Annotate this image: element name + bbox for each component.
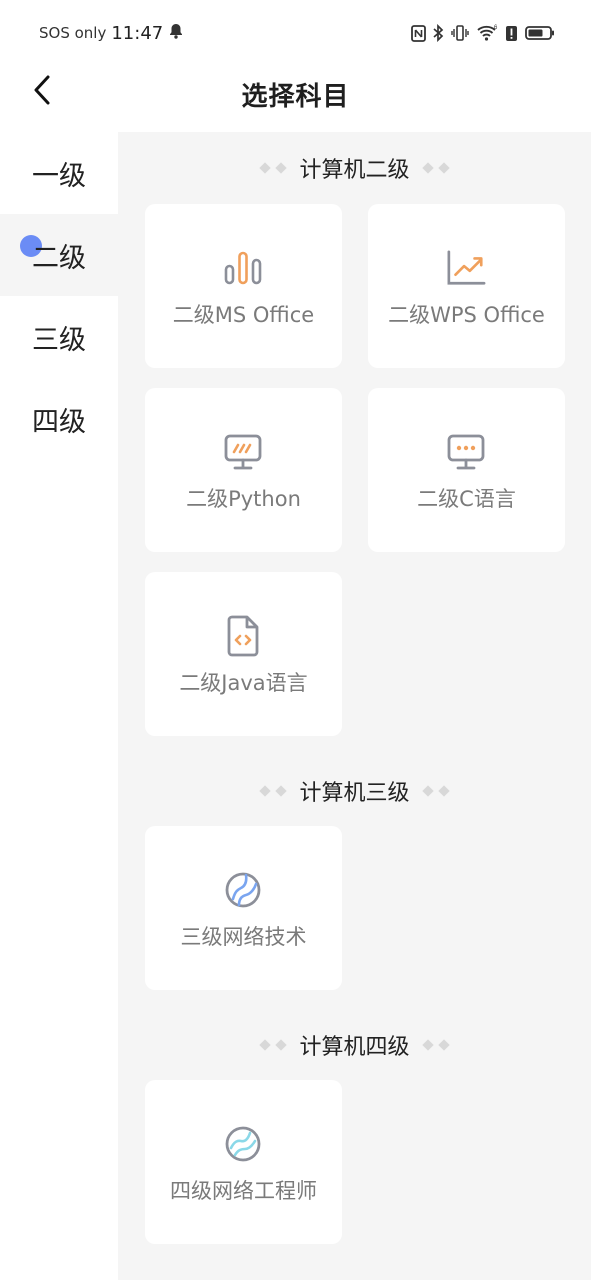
nfc-icon — [411, 24, 426, 42]
sidebar-item-level-3[interactable]: 三级 — [0, 296, 118, 378]
diamond-decoration — [421, 1039, 450, 1051]
diamond-decoration — [421, 162, 450, 174]
clock: 11:47 — [111, 22, 164, 44]
subject-label: 三级网络技术 — [180, 925, 307, 949]
subject-label: 二级MS Office — [172, 303, 315, 327]
battery-icon — [525, 25, 555, 41]
line-chart-icon — [446, 248, 486, 288]
subject-label: 二级C语言 — [417, 487, 516, 511]
sos-text: SOS only — [39, 24, 107, 42]
globe-wave-icon — [223, 1124, 263, 1164]
subject-label: 四级网络工程师 — [170, 1179, 317, 1203]
level-sidebar: 一级 二级 三级 四级 — [0, 132, 118, 1280]
subject-card-c-language[interactable]: 二级C语言 — [368, 388, 565, 552]
battery-alert-icon — [505, 25, 518, 42]
bell-icon — [169, 23, 183, 43]
status-bar: SOS only 11:47 6 — [0, 0, 591, 66]
subject-card-java[interactable]: 二级Java语言 — [145, 572, 342, 736]
subject-card-wps-office[interactable]: 二级WPS Office — [368, 204, 565, 368]
bar-chart-icon — [223, 248, 263, 288]
subject-label: 二级Java语言 — [179, 671, 308, 695]
header: 选择科目 — [0, 66, 591, 132]
subject-label: 二级Python — [186, 487, 301, 511]
svg-text:6: 6 — [494, 25, 498, 31]
subject-card-python[interactable]: 二级Python — [145, 388, 342, 552]
section-title: 计算机四级 — [118, 1027, 591, 1063]
sidebar-item-level-4[interactable]: 四级 — [0, 378, 118, 460]
monitor-slash-icon — [223, 432, 263, 472]
sidebar-item-label: 三级 — [32, 324, 86, 356]
sidebar-item-label: 一级 — [32, 160, 86, 192]
wifi-icon: 6 — [476, 24, 498, 42]
subject-card-network-engineer[interactable]: 四级网络工程师 — [145, 1080, 342, 1244]
vibrate-icon — [451, 24, 469, 42]
diamond-decoration — [421, 785, 450, 797]
status-left: SOS only 11:47 — [39, 21, 183, 45]
code-file-icon — [223, 615, 263, 657]
sidebar-item-label: 四级 — [32, 406, 86, 438]
bluetooth-icon — [433, 24, 444, 42]
status-right: 6 — [411, 21, 555, 45]
subject-list: 计算机二级 二级MS Office 二级WPS Office 二级Python … — [118, 132, 591, 1280]
diamond-decoration — [259, 1039, 288, 1051]
section-title-text: 计算机三级 — [299, 781, 410, 806]
subject-card-ms-office[interactable]: 二级MS Office — [145, 204, 342, 368]
subject-card-network-tech[interactable]: 三级网络技术 — [145, 826, 342, 990]
globe-network-icon — [223, 870, 263, 910]
diamond-decoration — [259, 162, 288, 174]
section-title: 计算机二级 — [118, 150, 591, 186]
sidebar-item-level-2[interactable]: 二级 — [0, 214, 118, 296]
section-title: 计算机三级 — [118, 773, 591, 809]
sidebar-item-level-1[interactable]: 一级 — [0, 132, 118, 214]
section-title-text: 计算机二级 — [299, 158, 410, 183]
subject-label: 二级WPS Office — [388, 303, 545, 327]
page-title: 选择科目 — [241, 82, 350, 112]
section-title-text: 计算机四级 — [299, 1035, 410, 1060]
monitor-dots-icon — [446, 432, 486, 472]
sidebar-item-label: 二级 — [32, 242, 86, 274]
diamond-decoration — [259, 785, 288, 797]
